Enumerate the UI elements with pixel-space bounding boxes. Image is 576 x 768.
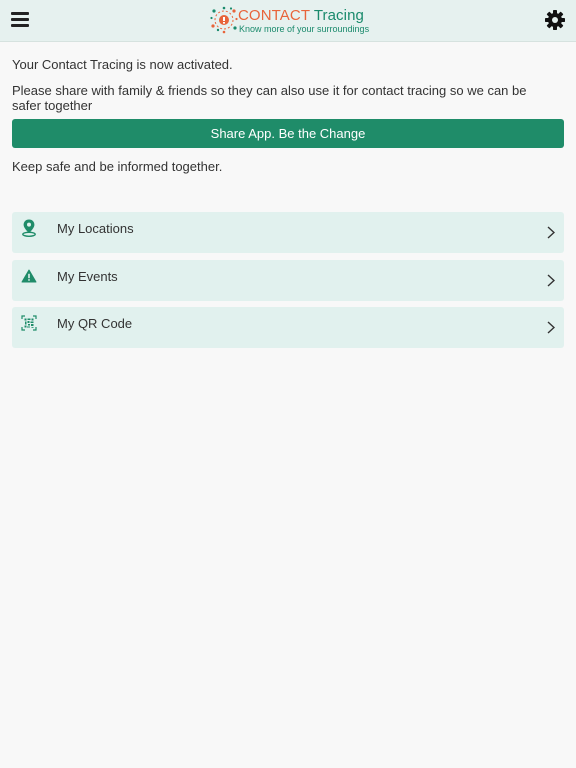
- chevron-right-icon: [547, 274, 555, 287]
- logo-tagline: Know more of your surroundings: [239, 24, 370, 34]
- logo-title-accent: Tracing: [313, 7, 364, 24]
- share-prompt-message: Please share with family & friends so th…: [12, 83, 527, 113]
- logo-title-main: CONTACT: [238, 7, 310, 24]
- app-logo: CONTACT Tracing Know more of your surrou…: [210, 6, 370, 36]
- gear-icon[interactable]: [545, 10, 565, 30]
- app-header: CONTACT Tracing Know more of your surrou…: [0, 0, 576, 42]
- virus-logo-icon: [210, 6, 238, 34]
- menu-item-label: My Events: [57, 269, 118, 284]
- menu-item-label: My Locations: [57, 221, 134, 236]
- menu-item-my-locations[interactable]: My Locations: [12, 212, 564, 253]
- menu-item-my-events[interactable]: My Events: [12, 260, 564, 301]
- chevron-right-icon: [547, 321, 555, 334]
- logo-title: CONTACT Tracing: [238, 8, 364, 24]
- qr-code-icon: [21, 315, 37, 331]
- menu-item-my-qr-code[interactable]: My QR Code: [12, 307, 564, 348]
- keep-safe-message: Keep safe and be informed together.: [12, 159, 223, 174]
- location-pin-icon: [22, 219, 36, 237]
- warning-icon: [21, 269, 37, 283]
- hamburger-icon[interactable]: [11, 12, 29, 27]
- chevron-right-icon: [547, 226, 555, 239]
- share-app-button[interactable]: Share App. Be the Change: [12, 119, 564, 148]
- activation-message: Your Contact Tracing is now activated.: [12, 57, 233, 72]
- menu-item-label: My QR Code: [57, 316, 133, 331]
